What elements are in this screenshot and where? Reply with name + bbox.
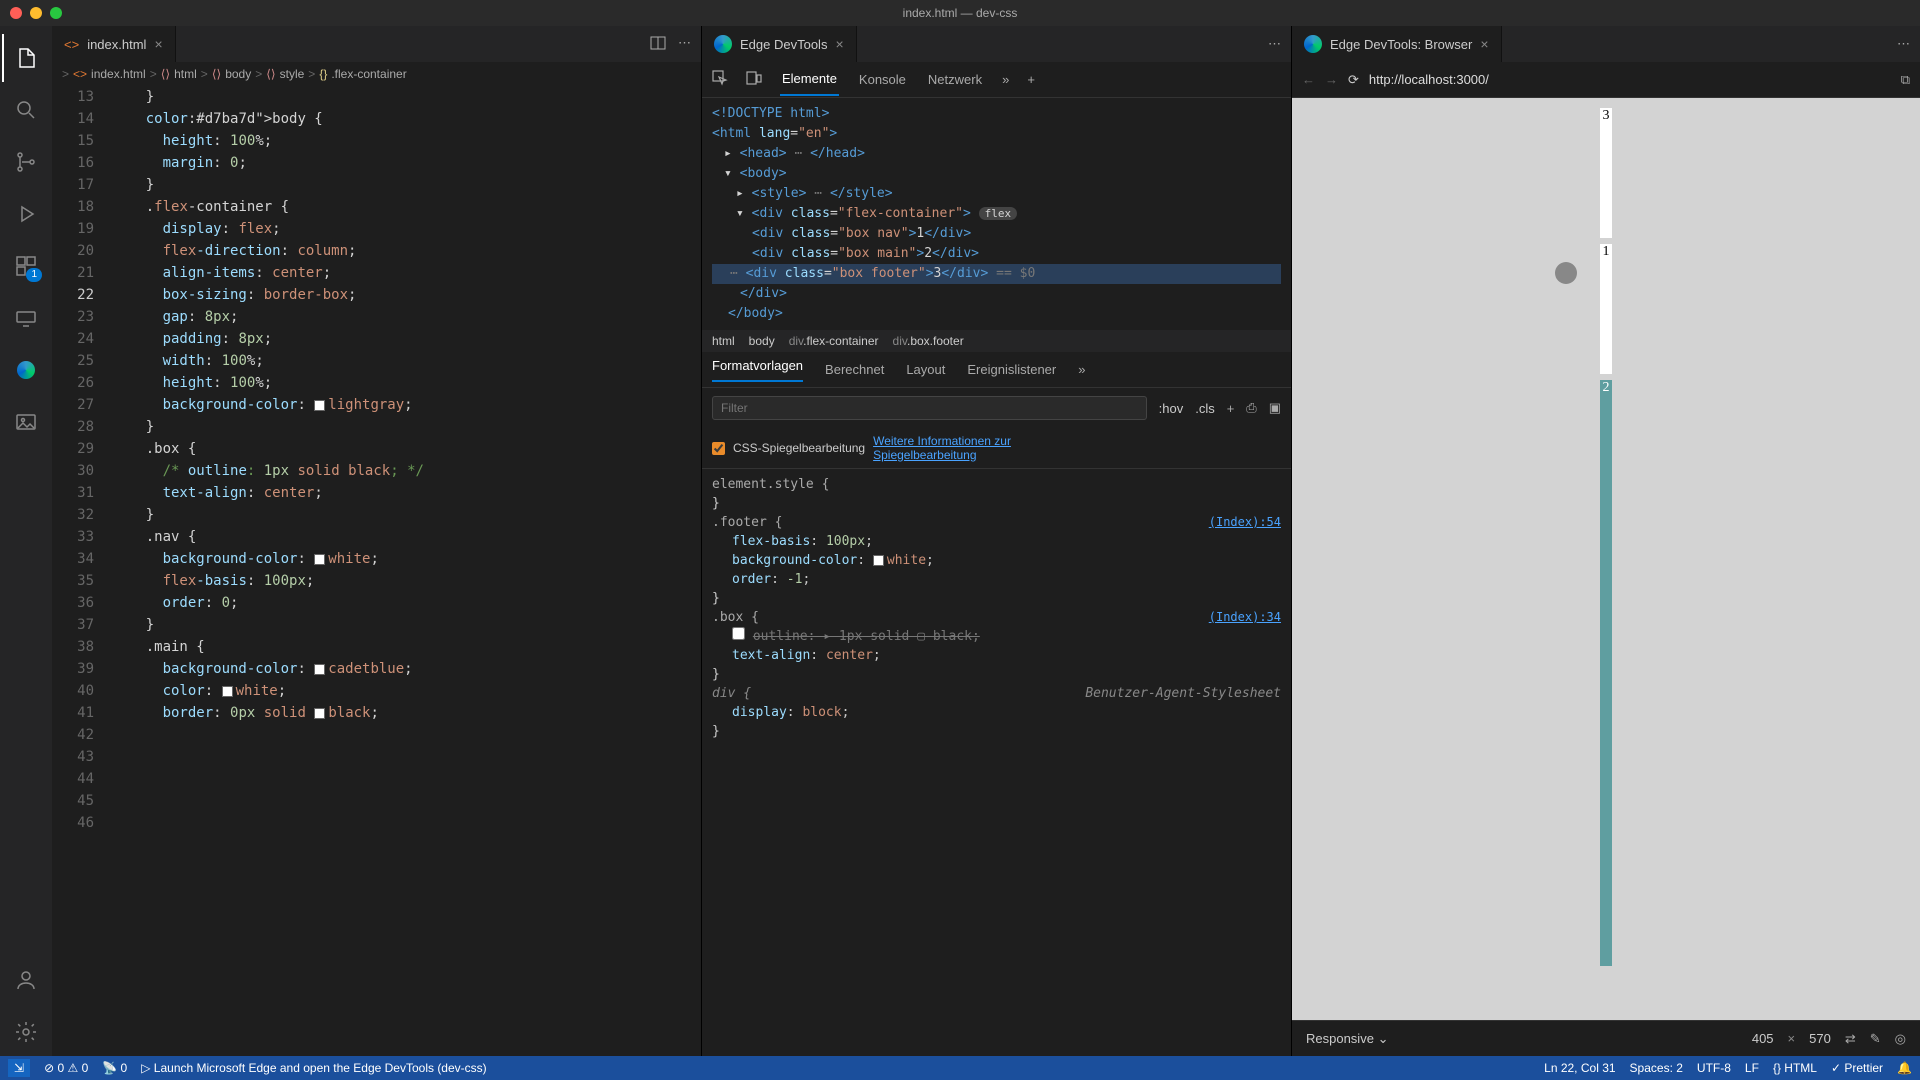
- status-port[interactable]: 📡 0: [102, 1061, 127, 1075]
- external-icon[interactable]: ⧉: [1901, 72, 1910, 88]
- rotate-icon[interactable]: ⇄: [1845, 1031, 1856, 1047]
- editor-group: <> index.html × ⋯ ><>index.html >⟨⟩html …: [52, 26, 702, 1056]
- image-icon[interactable]: [2, 398, 50, 446]
- status-prettier[interactable]: ✓ Prettier: [1831, 1061, 1883, 1075]
- gear-icon[interactable]: [2, 1008, 50, 1056]
- status-cursor[interactable]: Ln 22, Col 31: [1544, 1061, 1615, 1075]
- status-launch[interactable]: ▷ Launch Microsoft Edge and open the Edg…: [141, 1061, 486, 1075]
- close-icon[interactable]: ×: [154, 36, 162, 52]
- split-editor-icon[interactable]: [650, 35, 666, 54]
- breadcrumb[interactable]: ><>index.html >⟨⟩html >⟨⟩body >⟨⟩style >…: [52, 62, 701, 86]
- wand-icon[interactable]: ✎: [1870, 1031, 1881, 1047]
- editor-tabs: <> index.html × ⋯: [52, 26, 701, 62]
- devtools-panel: Edge DevTools × ⋯ Elemente Konsole Netzw…: [702, 26, 1292, 1056]
- status-lang[interactable]: {} HTML: [1773, 1061, 1817, 1075]
- inspect-icon[interactable]: [712, 70, 728, 89]
- back-icon[interactable]: ←: [1302, 72, 1315, 87]
- box-footer: 3: [1600, 108, 1612, 238]
- rule-checkbox[interactable]: [732, 627, 745, 640]
- address-bar: ← → ⟳ http://localhost:3000/ ⧉: [1292, 62, 1920, 98]
- browser-viewport[interactable]: 3 1 2: [1292, 98, 1920, 1020]
- more-icon[interactable]: ⋯: [678, 35, 691, 54]
- dom-tree[interactable]: <!DOCTYPE html> <html lang="en"> ▸ <head…: [702, 98, 1291, 330]
- plus-icon[interactable]: +: [1027, 72, 1035, 87]
- tab-network[interactable]: Netzwerk: [926, 64, 984, 95]
- viewport-width[interactable]: 405: [1752, 1031, 1774, 1046]
- device-icon[interactable]: [746, 70, 762, 89]
- close-icon[interactable]: ×: [835, 36, 843, 52]
- extensions-icon[interactable]: 1: [2, 242, 50, 290]
- status-eol[interactable]: LF: [1745, 1061, 1759, 1075]
- status-encoding[interactable]: UTF-8: [1697, 1061, 1731, 1075]
- code-editor[interactable]: 1314151617181920212223242526272829303132…: [52, 86, 701, 1056]
- chevron-down-icon: ⌄: [1378, 1031, 1389, 1046]
- status-bell-icon[interactable]: 🔔: [1897, 1061, 1912, 1075]
- status-bar: ⇲ ⊘ 0 ⚠ 0 📡 0 ▷ Launch Microsoft Edge an…: [0, 1056, 1920, 1080]
- account-icon[interactable]: [2, 956, 50, 1004]
- tab-styles[interactable]: Formatvorlagen: [712, 358, 803, 382]
- tab-listeners[interactable]: Ereignislistener: [967, 362, 1056, 377]
- forward-icon[interactable]: →: [1325, 72, 1338, 87]
- responsive-dropdown[interactable]: Responsive ⌄: [1306, 1031, 1388, 1047]
- remote-icon[interactable]: [2, 294, 50, 342]
- extensions-badge: 1: [26, 268, 42, 282]
- window-title: index.html — dev-css: [903, 6, 1018, 20]
- responsive-bar: Responsive ⌄ 405 × 570 ⇄ ✎ ◎: [1292, 1020, 1920, 1056]
- tab-console[interactable]: Konsole: [857, 64, 908, 95]
- mirror-link[interactable]: Weitere Informationen zur Spiegelbearbei…: [873, 434, 1073, 462]
- status-spaces[interactable]: Spaces: 2: [1630, 1061, 1683, 1075]
- viewport-height[interactable]: 570: [1809, 1031, 1831, 1046]
- reload-icon[interactable]: ⟳: [1348, 72, 1359, 88]
- mirror-checkbox[interactable]: [712, 442, 725, 455]
- box-nav: 1: [1600, 244, 1612, 374]
- plus-icon[interactable]: +: [1227, 401, 1235, 416]
- mac-titlebar: index.html — dev-css: [0, 0, 1920, 26]
- remote-indicator[interactable]: ⇲: [8, 1059, 30, 1077]
- tab-elements[interactable]: Elemente: [780, 63, 839, 96]
- debug-icon[interactable]: [2, 190, 50, 238]
- more-icon[interactable]: ⋯: [1268, 36, 1281, 52]
- chevron-right-icon[interactable]: »: [1002, 72, 1009, 87]
- url-field[interactable]: http://localhost:3000/: [1369, 72, 1891, 87]
- explorer-icon[interactable]: [2, 34, 50, 82]
- styles-pane[interactable]: element.style { } .footer {(Index):54 fl…: [702, 469, 1291, 747]
- search-icon[interactable]: [2, 86, 50, 134]
- source-control-icon[interactable]: [2, 138, 50, 186]
- dom-breadcrumb[interactable]: html body divdiv.flex-container.flex-con…: [702, 330, 1291, 352]
- tab-layout[interactable]: Layout: [906, 362, 945, 377]
- styles-tabs: Formatvorlagen Berechnet Layout Ereignis…: [702, 352, 1291, 388]
- status-errors[interactable]: ⊘ 0 ⚠ 0: [44, 1061, 88, 1075]
- target-icon[interactable]: ◎: [1895, 1031, 1906, 1047]
- edge-icon: [1304, 35, 1322, 53]
- devtools-toolbar: Elemente Konsole Netzwerk » +: [702, 62, 1291, 98]
- close-icon[interactable]: ×: [1480, 36, 1488, 52]
- filter-input[interactable]: [712, 396, 1147, 420]
- panel-icon[interactable]: ▣: [1269, 400, 1281, 416]
- mirror-label: CSS-Spiegelbearbeitung: [733, 441, 865, 455]
- traffic-lights[interactable]: [10, 7, 62, 19]
- pin-icon[interactable]: ⎙: [1246, 400, 1256, 416]
- tab-computed[interactable]: Berechnet: [825, 362, 884, 377]
- more-icon[interactable]: ⋯: [1897, 36, 1910, 52]
- tab-label: index.html: [87, 37, 146, 52]
- browser-panel: Edge DevTools: Browser × ⋯ ← → ⟳ http://…: [1292, 26, 1920, 1056]
- edge-icon: [714, 35, 732, 53]
- chevron-right-icon[interactable]: »: [1078, 362, 1085, 377]
- cls-toggle[interactable]: .cls: [1195, 401, 1215, 416]
- tab-index-html[interactable]: <> index.html ×: [52, 26, 176, 62]
- tab-devtools[interactable]: Edge DevTools ×: [702, 26, 857, 62]
- html-file-icon: <>: [64, 37, 79, 52]
- hov-toggle[interactable]: :hov: [1159, 401, 1184, 416]
- edge-tools-icon[interactable]: [2, 346, 50, 394]
- activity-bar: 1: [0, 26, 52, 1056]
- box-main: 2: [1600, 380, 1612, 966]
- tab-browser[interactable]: Edge DevTools: Browser ×: [1292, 26, 1502, 62]
